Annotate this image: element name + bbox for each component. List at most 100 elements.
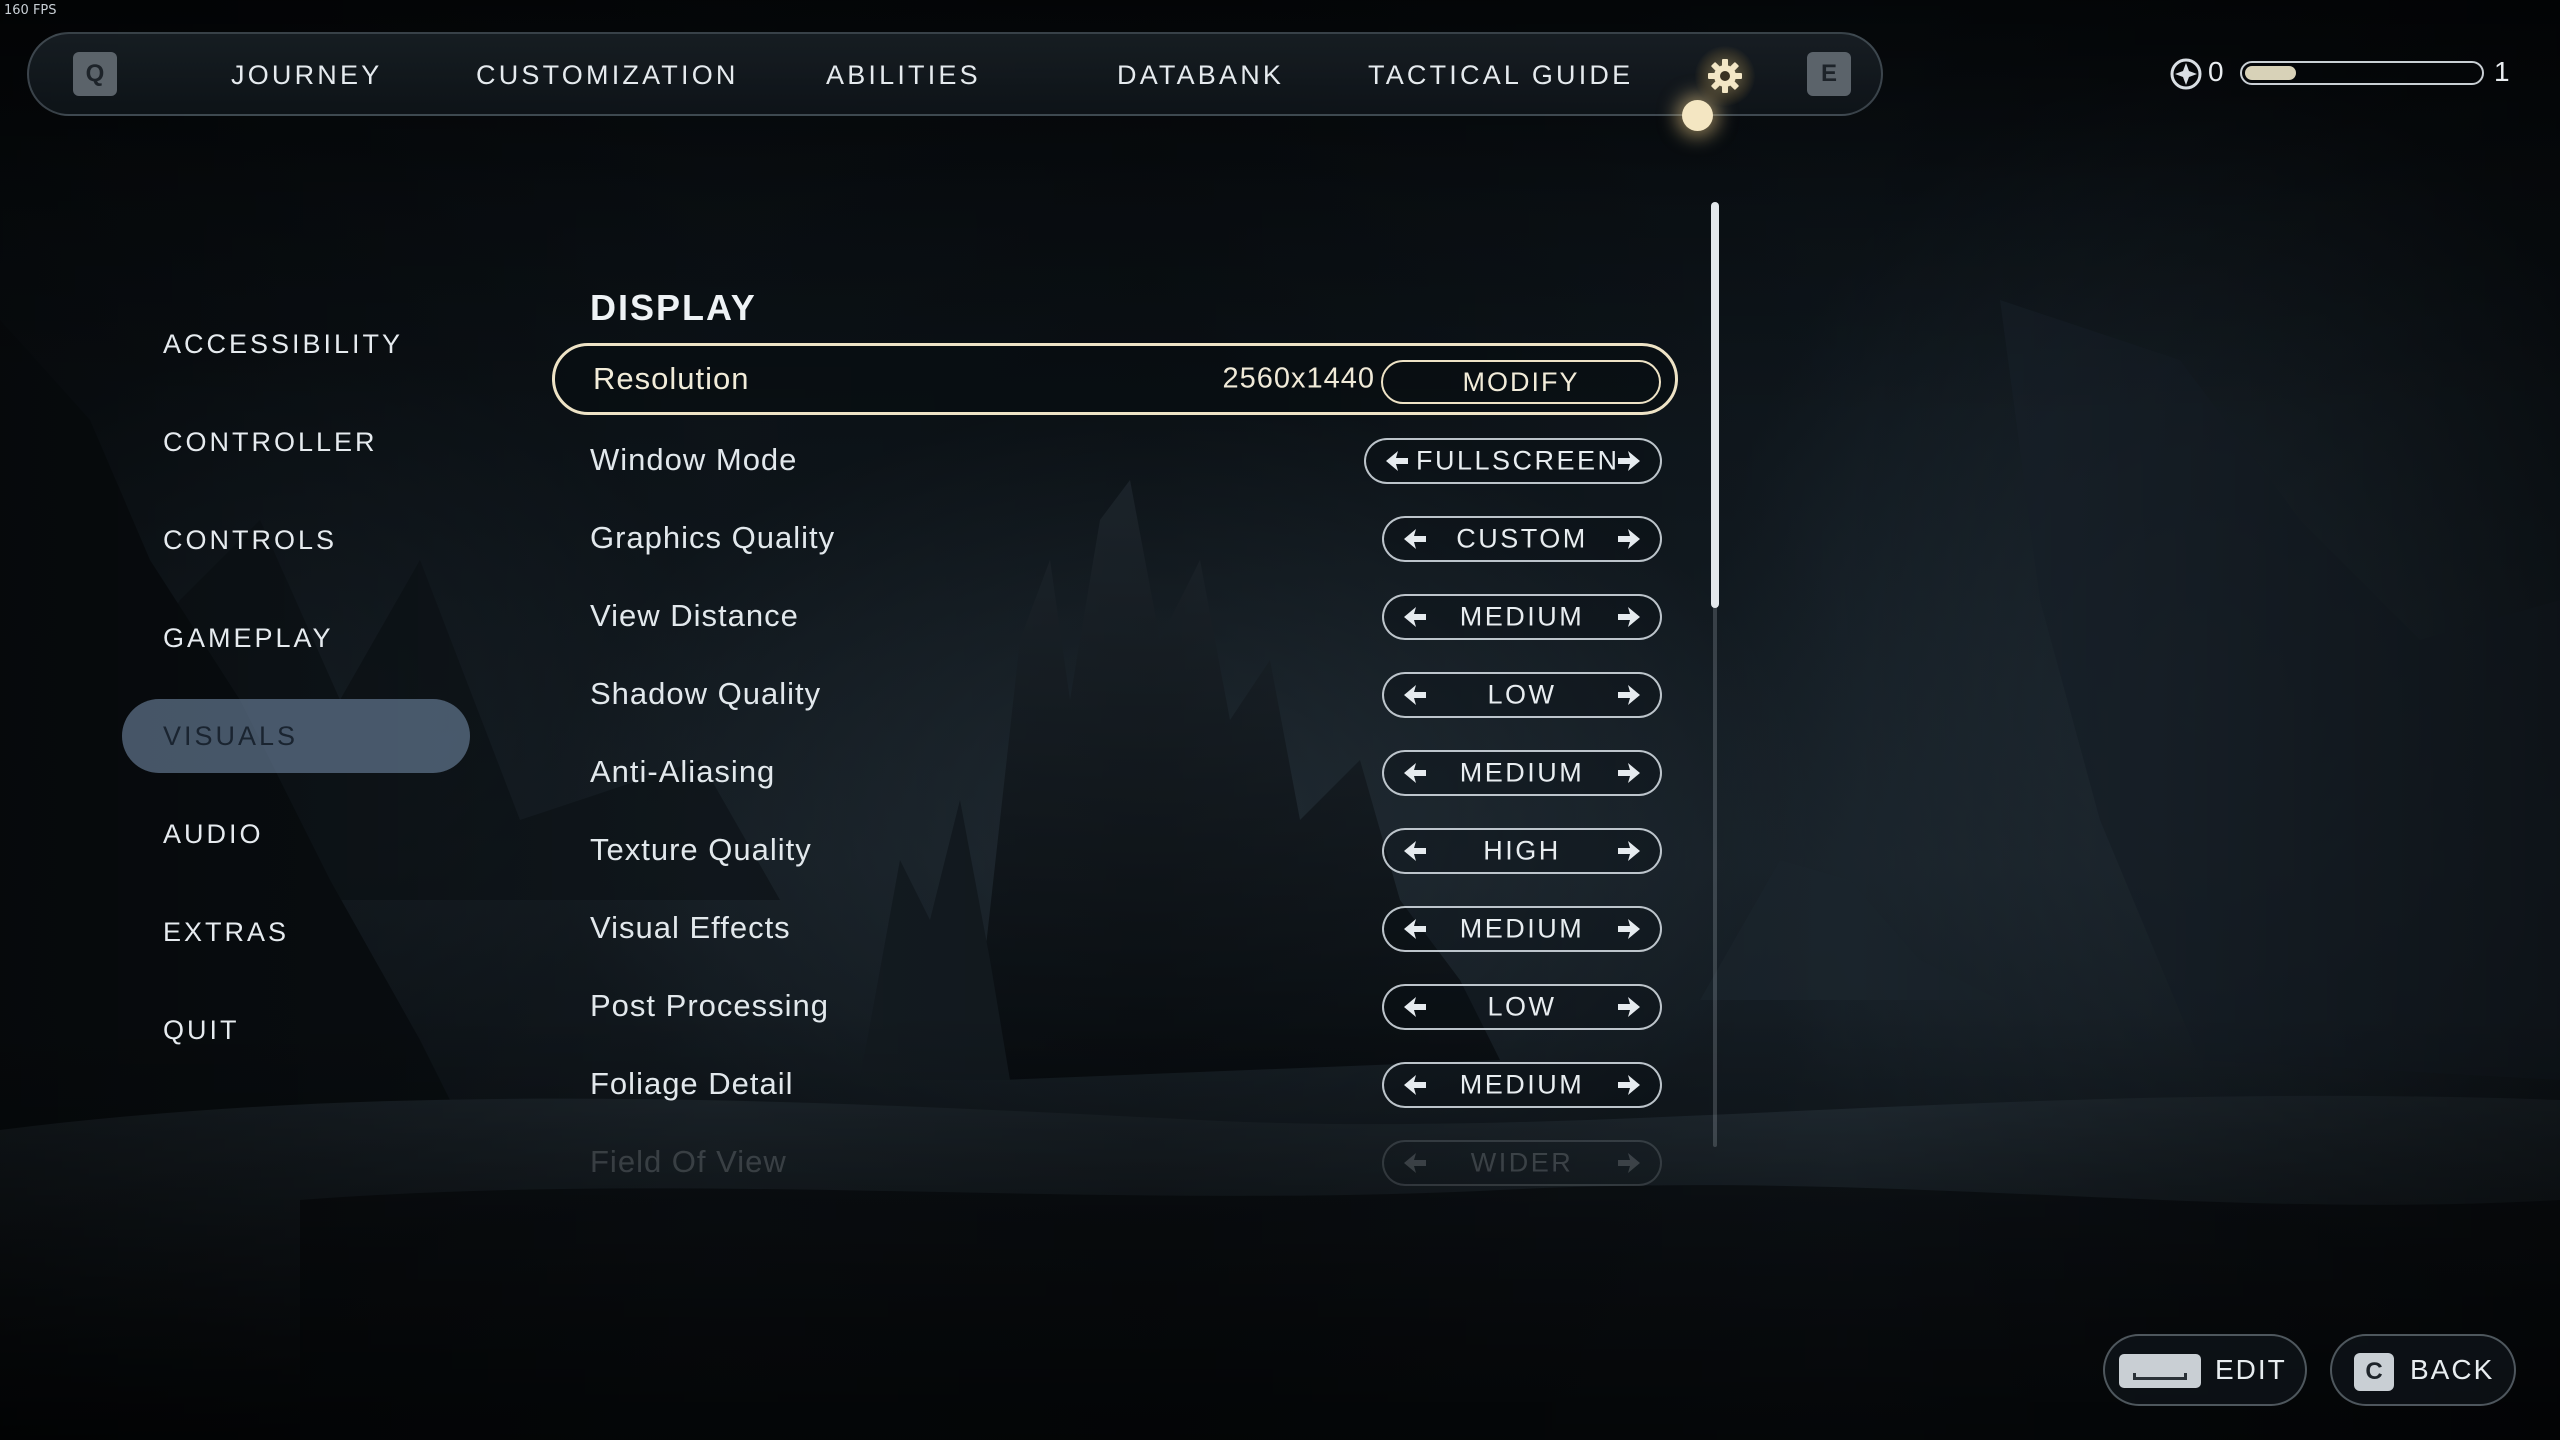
option-value: MEDIUM [1459, 757, 1585, 788]
sidebar-item-extras[interactable]: EXTRAS [122, 895, 470, 969]
arrow-right-icon[interactable] [1614, 915, 1644, 943]
setting-row-shadow-quality[interactable]: Shadow Quality LOW [552, 658, 1678, 730]
arrow-right-icon[interactable] [1614, 603, 1644, 631]
setting-row-post-processing[interactable]: Post Processing LOW [552, 970, 1678, 1042]
setting-label: Field Of View [590, 1144, 787, 1179]
tab-databank[interactable]: DATABANK [1117, 60, 1284, 91]
setting-row-window-mode[interactable]: Window Mode FULLSCREEN [552, 424, 1678, 496]
option-value: LOW [1487, 991, 1557, 1022]
modify-resolution-button[interactable]: MODIFY [1381, 360, 1661, 404]
sidebar-item-label: VISUALS [163, 720, 299, 751]
sidebar-item-label: AUDIO [163, 818, 264, 849]
back-label: BACK [2410, 1354, 2495, 1385]
xp-progress-fill [2245, 66, 2297, 80]
option-selector[interactable]: CUSTOM [1382, 516, 1662, 562]
tab-settings[interactable] [1695, 46, 1755, 106]
arrow-right-icon[interactable] [1614, 837, 1644, 865]
skill-point-icon [2170, 58, 2202, 90]
setting-label: Window Mode [590, 442, 798, 477]
setting-label: Foliage Detail [590, 1066, 794, 1101]
sidebar-item-visuals[interactable]: VISUALS [122, 699, 470, 773]
next-level-number: 1 [2494, 56, 2510, 87]
arrow-left-icon[interactable] [1400, 1149, 1430, 1177]
option-value: MEDIUM [1459, 601, 1585, 632]
setting-label: Resolution [593, 361, 750, 396]
sidebar-item-accessibility[interactable]: ACCESSIBILITY [122, 307, 470, 381]
setting-label: Graphics Quality [590, 520, 836, 555]
sidebar-item-label: CONTROLLER [163, 426, 378, 457]
settings-screen: 160 FPS Q JOURNEY CUSTOMIZATION ABILITIE… [0, 0, 2560, 1440]
option-selector[interactable]: LOW [1382, 984, 1662, 1030]
option-selector[interactable]: FULLSCREEN [1364, 438, 1662, 484]
setting-row-graphics-quality[interactable]: Graphics Quality CUSTOM [552, 502, 1678, 574]
fps-counter: 160 FPS [4, 3, 57, 18]
arrow-right-icon[interactable] [1614, 1071, 1644, 1099]
sidebar-item-controls[interactable]: CONTROLS [122, 503, 470, 577]
tab-tactical-guide[interactable]: TACTICAL GUIDE [1368, 60, 1633, 91]
option-value: HIGH [1483, 835, 1561, 866]
arrow-right-icon[interactable] [1614, 759, 1644, 787]
sidebar-item-quit[interactable]: QUIT [122, 993, 470, 1067]
active-tab-indicator [1682, 100, 1713, 131]
arrow-right-icon[interactable] [1614, 993, 1644, 1021]
tab-customization[interactable]: CUSTOMIZATION [476, 60, 739, 91]
arrow-left-icon[interactable] [1382, 447, 1412, 475]
setting-row-visual-effects[interactable]: Visual Effects MEDIUM [552, 892, 1678, 964]
arrow-left-icon[interactable] [1400, 915, 1430, 943]
sidebar-item-audio[interactable]: AUDIO [122, 797, 470, 871]
arrow-left-icon[interactable] [1400, 681, 1430, 709]
edit-button[interactable]: EDIT [2103, 1334, 2307, 1406]
option-selector[interactable]: HIGH [1382, 828, 1662, 874]
arrow-left-icon[interactable] [1400, 603, 1430, 631]
setting-row-field-of-view[interactable]: Field Of View WIDER [552, 1126, 1678, 1198]
tab-journey[interactable]: JOURNEY [231, 60, 382, 91]
arrow-left-icon[interactable] [1400, 1071, 1430, 1099]
option-value: LOW [1487, 679, 1557, 710]
setting-label: Visual Effects [590, 910, 791, 945]
sidebar-item-gameplay[interactable]: GAMEPLAY [122, 601, 470, 675]
top-nav-bar: Q JOURNEY CUSTOMIZATION ABILITIES DATABA… [27, 32, 1883, 116]
skill-points-count: 0 [2208, 56, 2224, 87]
setting-row-texture-quality[interactable]: Texture Quality HIGH [552, 814, 1678, 886]
back-button[interactable]: C BACK [2330, 1334, 2516, 1406]
setting-row-foliage-detail[interactable]: Foliage Detail MEDIUM [552, 1048, 1678, 1120]
setting-row-resolution[interactable]: Resolution 2560x1440 MODIFY [552, 343, 1678, 415]
resolution-value: 2560x1440 [1222, 362, 1375, 395]
sidebar-item-label: GAMEPLAY [163, 622, 334, 653]
setting-label: Anti-Aliasing [590, 754, 776, 789]
option-value: MEDIUM [1459, 1069, 1585, 1100]
scrollbar-thumb[interactable] [1711, 202, 1719, 608]
option-selector[interactable]: MEDIUM [1382, 906, 1662, 952]
edit-label: EDIT [2215, 1354, 2287, 1385]
sidebar-item-label: EXTRAS [163, 916, 290, 947]
prev-tab-key[interactable]: Q [73, 52, 117, 96]
arrow-left-icon[interactable] [1400, 993, 1430, 1021]
space-key-icon [2119, 1354, 2201, 1388]
setting-label: Shadow Quality [590, 676, 822, 711]
sidebar-item-controller[interactable]: CONTROLLER [122, 405, 470, 479]
arrow-right-icon[interactable] [1614, 1149, 1644, 1177]
setting-row-view-distance[interactable]: View Distance MEDIUM [552, 580, 1678, 652]
gear-icon [1708, 59, 1742, 93]
section-title: DISPLAY [590, 287, 757, 328]
next-tab-key[interactable]: E [1807, 52, 1851, 96]
option-selector[interactable]: MEDIUM [1382, 750, 1662, 796]
option-selector[interactable]: WIDER [1382, 1140, 1662, 1186]
setting-row-anti-aliasing[interactable]: Anti-Aliasing MEDIUM [552, 736, 1678, 808]
tab-abilities[interactable]: ABILITIES [826, 60, 981, 91]
option-selector[interactable]: MEDIUM [1382, 1062, 1662, 1108]
setting-label: Texture Quality [590, 832, 812, 867]
xp-progress-bar [2240, 61, 2484, 85]
c-key-icon: C [2354, 1353, 2394, 1391]
option-selector[interactable]: MEDIUM [1382, 594, 1662, 640]
option-value: CUSTOM [1456, 523, 1588, 554]
arrow-left-icon[interactable] [1400, 525, 1430, 553]
arrow-left-icon[interactable] [1400, 837, 1430, 865]
arrow-right-icon[interactable] [1614, 447, 1644, 475]
option-value: MEDIUM [1459, 913, 1585, 944]
option-value: WIDER [1470, 1147, 1574, 1178]
arrow-left-icon[interactable] [1400, 759, 1430, 787]
option-selector[interactable]: LOW [1382, 672, 1662, 718]
arrow-right-icon[interactable] [1614, 525, 1644, 553]
arrow-right-icon[interactable] [1614, 681, 1644, 709]
